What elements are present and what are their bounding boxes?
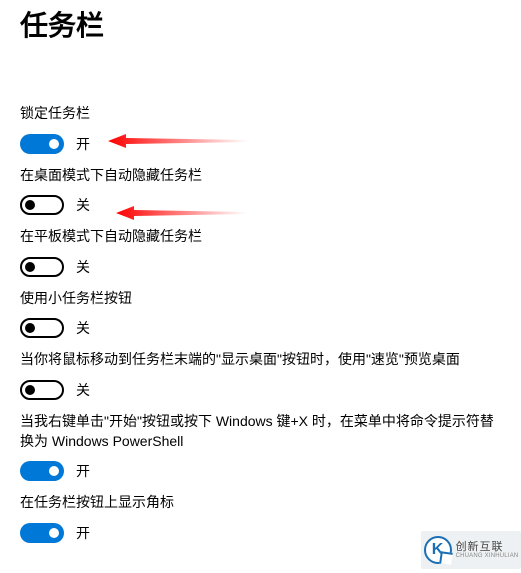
setting-label: 在任务栏按钮上显示角标 <box>20 493 501 513</box>
page-title: 任务栏 <box>20 4 501 44</box>
setting-label: 当你将鼠标移动到任务栏末端的"显示桌面"按钮时，使用"速览"预览桌面 <box>20 350 501 370</box>
toggle-state-text: 关 <box>76 380 90 400</box>
setting-autohide-desktop: 在桌面模式下自动隐藏任务栏 关 <box>20 166 501 216</box>
watermark-logo: K 创新互联 CHUANG XINHULIAN <box>421 531 521 569</box>
toggle-state-text: 关 <box>76 257 90 277</box>
toggle-autohide-desktop[interactable] <box>20 195 64 215</box>
setting-autohide-tablet: 在平板模式下自动隐藏任务栏 关 <box>20 227 501 277</box>
toggle-state-text: 开 <box>76 134 90 154</box>
toggle-autohide-tablet[interactable] <box>20 257 64 277</box>
setting-small-buttons: 使用小任务栏按钮 关 <box>20 289 501 339</box>
toggle-peek-desktop[interactable] <box>20 380 64 400</box>
setting-lock-taskbar: 锁定任务栏 开 <box>20 104 501 154</box>
toggle-lock-taskbar[interactable] <box>20 134 64 154</box>
toggle-state-text: 开 <box>76 523 90 543</box>
toggle-state-text: 开 <box>76 461 90 481</box>
watermark-glyph: K <box>424 536 452 564</box>
setting-label: 在桌面模式下自动隐藏任务栏 <box>20 166 501 186</box>
toggle-show-badges[interactable] <box>20 523 64 543</box>
toggle-state-text: 关 <box>76 318 90 338</box>
setting-powershell-replace: 当我右键单击"开始"按钮或按下 Windows 键+X 时，在菜单中将命令提示符… <box>20 412 501 481</box>
setting-peek-desktop: 当你将鼠标移动到任务栏末端的"显示桌面"按钮时，使用"速览"预览桌面 关 <box>20 350 501 400</box>
toggle-state-text: 关 <box>76 195 90 215</box>
setting-label: 使用小任务栏按钮 <box>20 289 501 309</box>
toggle-small-buttons[interactable] <box>20 318 64 338</box>
setting-label: 锁定任务栏 <box>20 104 501 124</box>
setting-label: 当我右键单击"开始"按钮或按下 Windows 键+X 时，在菜单中将命令提示符… <box>20 412 501 451</box>
toggle-powershell-replace[interactable] <box>20 461 64 481</box>
watermark-text: 创新互联 CHUANG XINHULIAN <box>456 541 519 560</box>
setting-label: 在平板模式下自动隐藏任务栏 <box>20 227 501 247</box>
